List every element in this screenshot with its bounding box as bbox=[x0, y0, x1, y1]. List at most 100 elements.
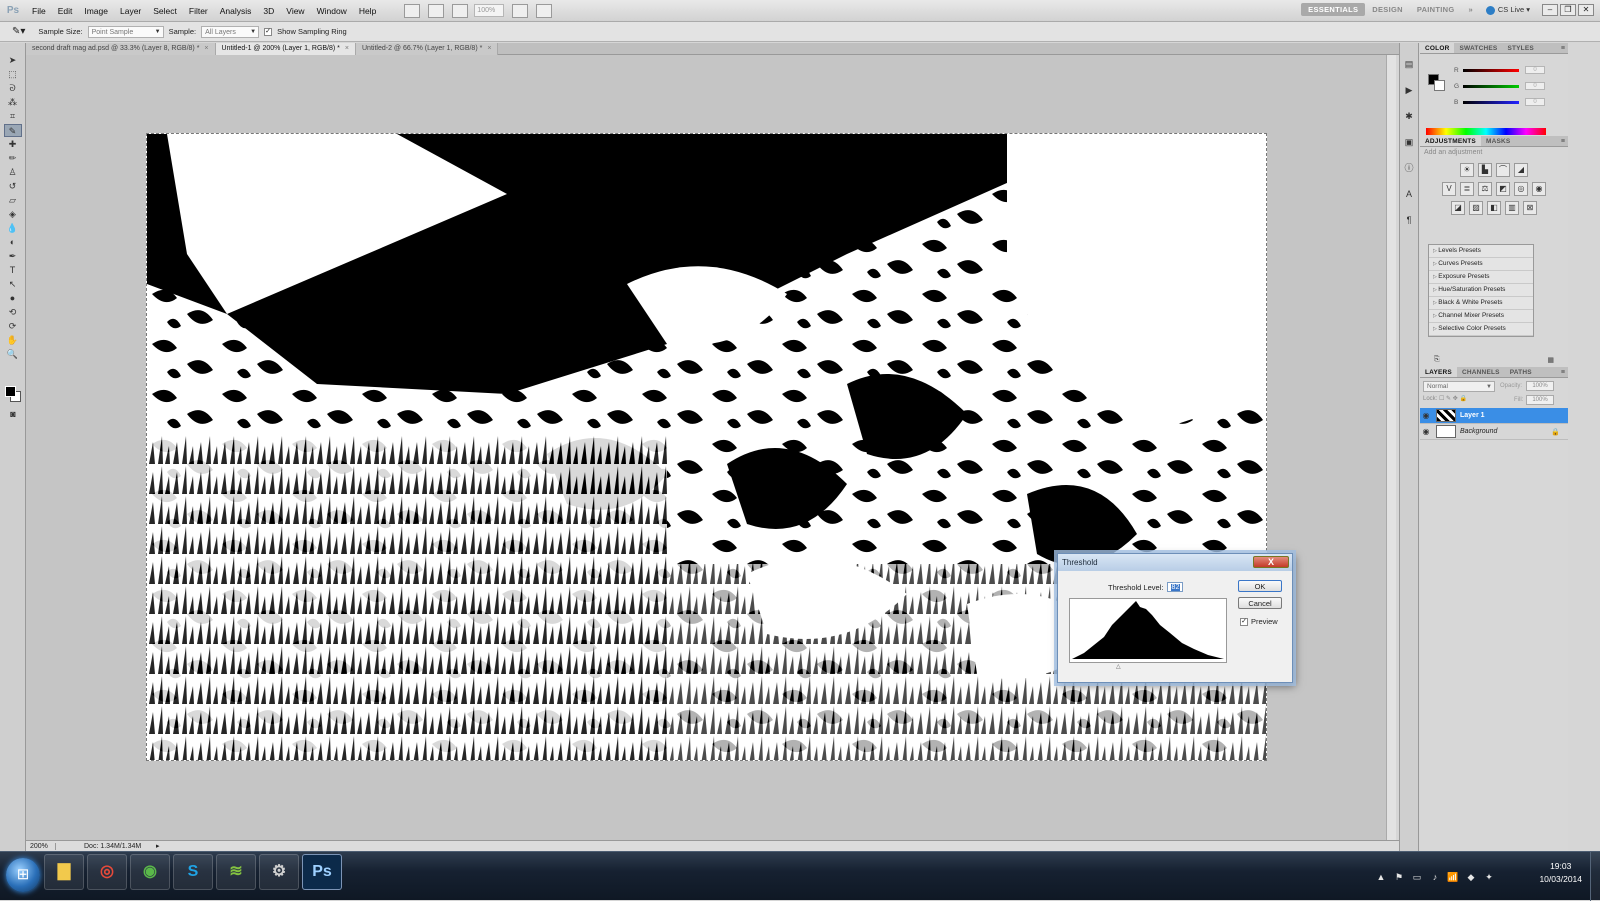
menu-help[interactable]: Help bbox=[353, 6, 382, 16]
marquee-tool-icon[interactable]: ⬚ bbox=[4, 68, 22, 81]
black-white-icon[interactable]: ◩ bbox=[1496, 182, 1510, 196]
vibrance-icon[interactable]: V bbox=[1442, 182, 1456, 196]
network-icon[interactable]: 📶 bbox=[1446, 870, 1460, 884]
launch-mini-bridge-icon[interactable] bbox=[428, 3, 445, 18]
visibility-eye-icon[interactable]: ◉ bbox=[1420, 427, 1432, 436]
red-slider[interactable] bbox=[1463, 68, 1519, 72]
color-background-swatch[interactable] bbox=[1434, 80, 1445, 91]
selective-color-icon[interactable]: ⊠ bbox=[1523, 201, 1537, 215]
menu-3d[interactable]: 3D bbox=[257, 6, 280, 16]
dialog-close-button[interactable]: X bbox=[1253, 556, 1289, 568]
threshold-histogram[interactable] bbox=[1069, 598, 1227, 663]
preview-checkbox[interactable]: ✓ bbox=[1240, 617, 1248, 626]
ok-button[interactable]: OK bbox=[1238, 580, 1282, 592]
layer-row-background[interactable]: ◉ Background 🔒 bbox=[1420, 424, 1568, 440]
quick-selection-tool-icon[interactable]: ⁂ bbox=[4, 96, 22, 109]
sample-layers-select[interactable]: All Layers ▼ bbox=[201, 25, 260, 38]
steam-taskbar-icon[interactable]: ⚙ bbox=[259, 854, 299, 890]
eyedropper-tool-icon[interactable]: ✎ bbox=[3, 124, 22, 137]
menu-image[interactable]: Image bbox=[78, 6, 114, 16]
preset-levels[interactable]: Levels Presets bbox=[1429, 245, 1533, 258]
color-balance-icon[interactable]: ⚖ bbox=[1478, 182, 1492, 196]
info-panel-icon[interactable]: ⓘ bbox=[1402, 161, 1416, 175]
menu-window[interactable]: Window bbox=[311, 6, 353, 16]
action-center-flag-icon[interactable]: ⚑ bbox=[1392, 870, 1406, 884]
show-sampling-ring-checkbox[interactable]: ✓ bbox=[264, 27, 273, 36]
eyedropper-tool-preset-icon[interactable]: ✎▾ bbox=[12, 26, 25, 37]
type-tool-icon[interactable]: T bbox=[4, 264, 22, 277]
minimize-button[interactable]: – bbox=[1542, 4, 1558, 16]
doc-size-info[interactable]: Doc: 1.34M/1.34M bbox=[56, 843, 156, 850]
channel-mixer-icon[interactable]: ◉ bbox=[1532, 182, 1546, 196]
curves-icon[interactable]: ⌒ bbox=[1496, 163, 1510, 177]
panel-menu-icon[interactable]: ≡ bbox=[1561, 367, 1565, 378]
show-hidden-icons-icon[interactable]: ▲ bbox=[1374, 870, 1388, 884]
photoshop-taskbar-icon[interactable]: Ps bbox=[302, 854, 342, 890]
opacity-field[interactable]: 100% bbox=[1526, 381, 1554, 391]
preset-hue-saturation[interactable]: Hue/Saturation Presets bbox=[1429, 284, 1533, 297]
workspace-painting[interactable]: PAINTING bbox=[1410, 3, 1462, 16]
hue-saturation-icon[interactable]: ≣ bbox=[1460, 182, 1474, 196]
tab-color[interactable]: COLOR bbox=[1420, 43, 1455, 53]
menu-edit[interactable]: Edit bbox=[52, 6, 79, 16]
preset-selective-color[interactable]: Selective Color Presets bbox=[1429, 323, 1533, 336]
tab-swatches[interactable]: SWATCHES bbox=[1454, 43, 1502, 53]
new-adjustment-layer-icon[interactable]: ▦ bbox=[1547, 356, 1554, 367]
blue-slider[interactable] bbox=[1463, 100, 1519, 104]
preset-black-white[interactable]: Black & White Presets bbox=[1429, 297, 1533, 310]
posterize-icon[interactable]: ▨ bbox=[1469, 201, 1483, 215]
preset-curves[interactable]: Curves Presets bbox=[1429, 258, 1533, 271]
green-slider[interactable] bbox=[1463, 84, 1519, 88]
quick-mask-icon[interactable]: ◙ bbox=[4, 408, 22, 421]
zoom-tool-icon[interactable]: 🔍 bbox=[4, 348, 22, 361]
healing-brush-tool-icon[interactable]: ✚ bbox=[4, 138, 22, 151]
3d-orbit-tool-icon[interactable]: ⟳ bbox=[4, 320, 22, 333]
chrome-taskbar-icon[interactable]: ◎ bbox=[87, 854, 127, 890]
screen-mode-icon[interactable] bbox=[536, 3, 553, 18]
menu-analysis[interactable]: Analysis bbox=[214, 6, 258, 16]
blend-mode-select[interactable]: Normal ▼ bbox=[1423, 381, 1495, 392]
menu-file[interactable]: File bbox=[26, 6, 52, 16]
threshold-icon[interactable]: ◧ bbox=[1487, 201, 1501, 215]
gradient-map-icon[interactable]: ▥ bbox=[1505, 201, 1519, 215]
skype-taskbar-icon[interactable]: S bbox=[173, 854, 213, 890]
invert-icon[interactable]: ◪ bbox=[1451, 201, 1465, 215]
pen-tool-icon[interactable]: ✒ bbox=[4, 250, 22, 263]
explorer-taskbar-icon[interactable]: ▇ bbox=[44, 854, 84, 890]
view-extras-icon[interactable] bbox=[452, 3, 469, 18]
preview-option[interactable]: ✓ Preview bbox=[1240, 617, 1278, 626]
eraser-tool-icon[interactable]: ▱ bbox=[4, 194, 22, 207]
close-icon[interactable]: × bbox=[487, 45, 491, 52]
workspace-essentials[interactable]: ESSENTIALS bbox=[1301, 3, 1366, 16]
visibility-eye-icon[interactable]: ◉ bbox=[1420, 411, 1432, 420]
dropbox-icon[interactable]: ◆ bbox=[1464, 870, 1478, 884]
restore-button[interactable]: ❐ bbox=[1560, 4, 1576, 16]
lasso-tool-icon[interactable]: ᘐ bbox=[4, 82, 22, 95]
cs-live-button[interactable]: CS Live ▾ bbox=[1485, 5, 1530, 15]
chrome-alt-taskbar-icon[interactable]: ◉ bbox=[130, 854, 170, 890]
close-window-button[interactable]: ✕ bbox=[1578, 4, 1594, 16]
blur-tool-icon[interactable]: 💧 bbox=[4, 222, 22, 235]
foreground-color-swatch[interactable] bbox=[5, 386, 16, 397]
history-brush-tool-icon[interactable]: ↺ bbox=[4, 180, 22, 193]
history-panel-icon[interactable]: ▤ bbox=[1402, 57, 1416, 71]
fill-field[interactable]: 100% bbox=[1526, 395, 1554, 405]
brush-panel-icon[interactable]: ✱ bbox=[1402, 109, 1416, 123]
volume-icon[interactable]: ♪ bbox=[1428, 870, 1442, 884]
tab-styles[interactable]: STYLES bbox=[1502, 43, 1538, 53]
dialog-titlebar[interactable]: Threshold X bbox=[1058, 554, 1292, 571]
menu-layer[interactable]: Layer bbox=[114, 6, 147, 16]
app-tray-icon[interactable]: ✦ bbox=[1482, 870, 1496, 884]
blue-value-field[interactable]: 0 bbox=[1525, 98, 1545, 106]
exposure-icon[interactable]: ◢ bbox=[1514, 163, 1528, 177]
photo-filter-icon[interactable]: ◎ bbox=[1514, 182, 1528, 196]
taskbar-clock[interactable]: 19:03 10/03/2014 bbox=[1539, 860, 1582, 886]
3d-rotate-tool-icon[interactable]: ⟲ bbox=[4, 306, 22, 319]
tab-second-draft[interactable]: second draft mag ad.psd @ 33.3% (Layer 8… bbox=[26, 43, 216, 55]
color-spectrum-bar[interactable] bbox=[1426, 128, 1546, 135]
close-icon[interactable]: × bbox=[204, 45, 208, 52]
crop-tool-icon[interactable]: ⌗ bbox=[4, 110, 22, 123]
cancel-button[interactable]: Cancel bbox=[1238, 597, 1282, 609]
brush-tool-icon[interactable]: ✏ bbox=[4, 152, 22, 165]
paragraph-panel-icon[interactable]: ¶ bbox=[1402, 213, 1416, 227]
